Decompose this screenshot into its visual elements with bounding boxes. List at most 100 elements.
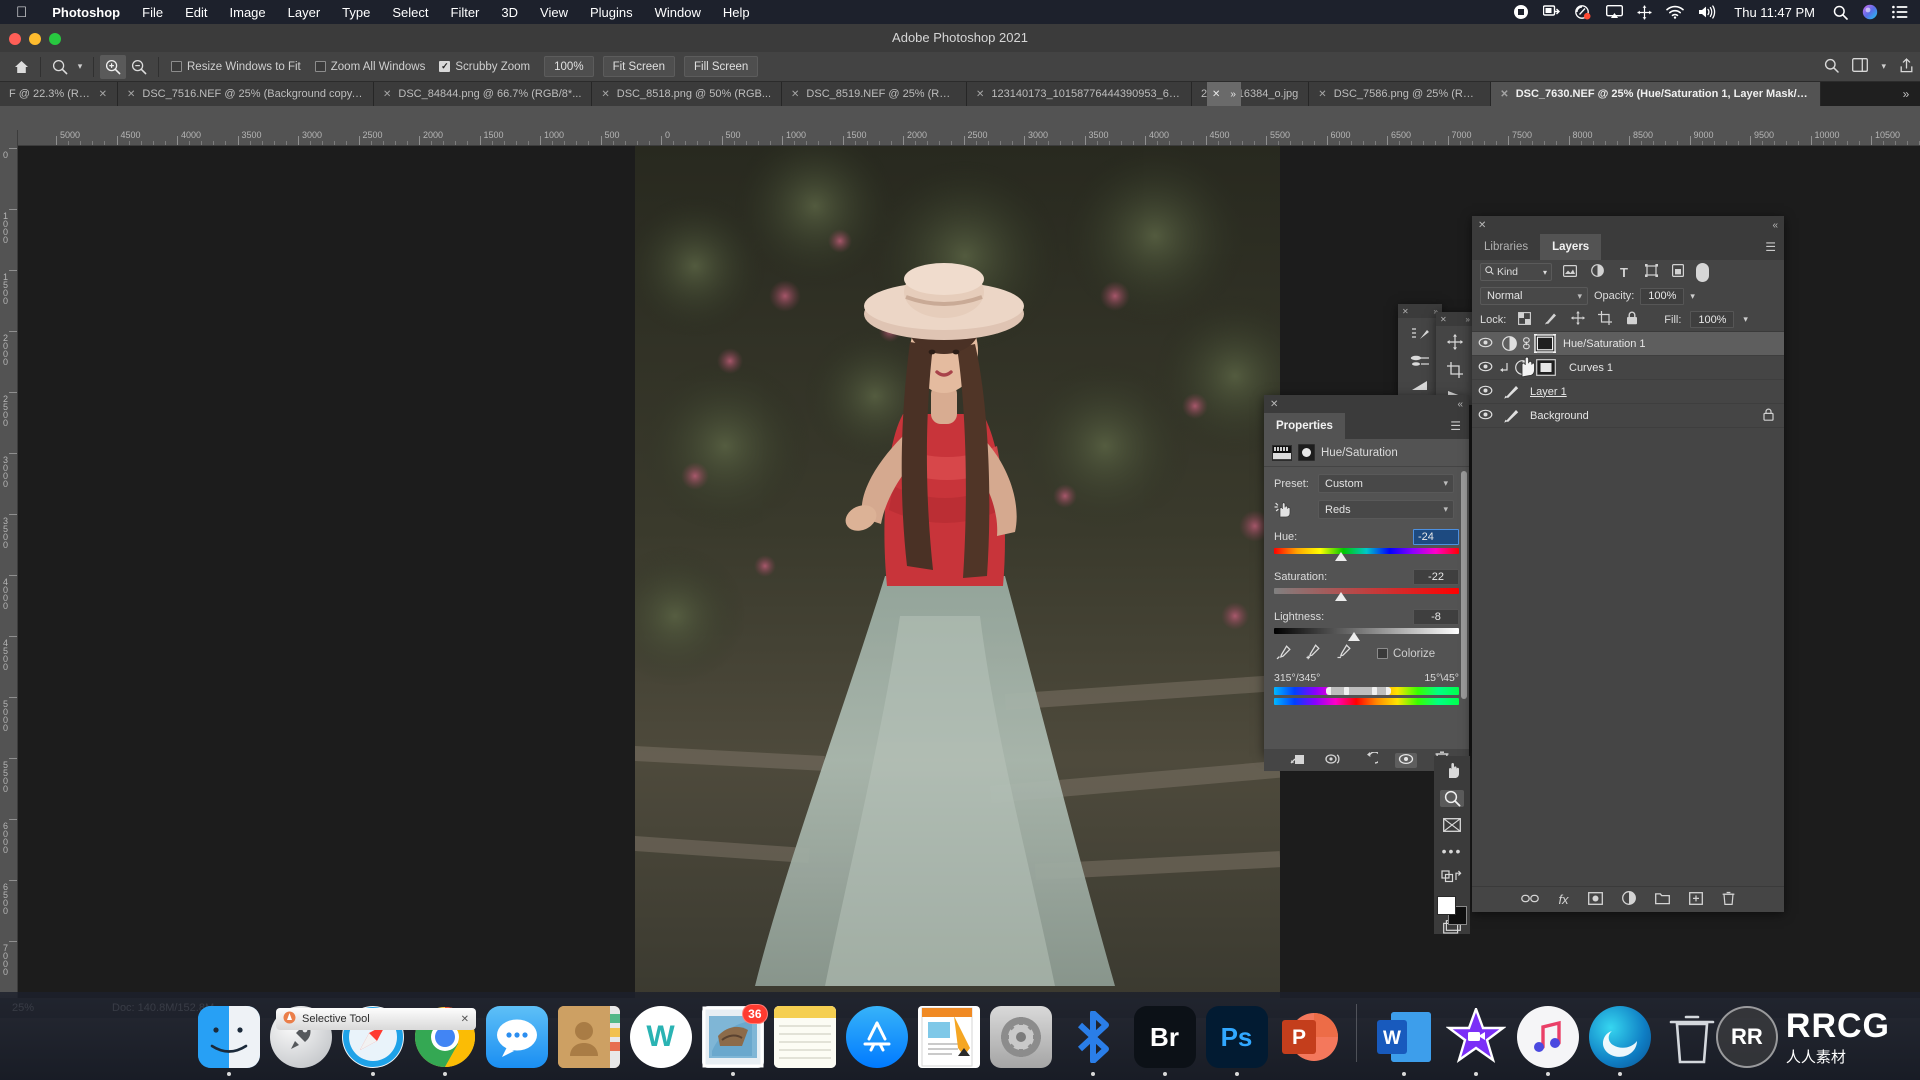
zoom-all-windows-checkbox[interactable]: Zoom All Windows	[314, 61, 425, 73]
search-icon[interactable]	[1824, 58, 1840, 76]
panel-menu-icon[interactable]: ☰	[1450, 413, 1469, 439]
chevrons-right-icon[interactable]: »	[1230, 89, 1236, 100]
hue-slider[interactable]	[1274, 548, 1459, 561]
sound-meter-icon[interactable]	[1574, 4, 1592, 20]
dock-item-messages[interactable]	[485, 1006, 548, 1076]
colorize-checkbox[interactable]: Colorize	[1377, 648, 1435, 660]
document-tab[interactable]: ✕ DSC_8519.NEF @ 25% (RGB/...	[782, 82, 968, 106]
adjustment-filter-icon[interactable]	[1588, 264, 1606, 280]
collapse-icon[interactable]: «	[1457, 399, 1463, 410]
foreground-color-swatch[interactable]	[1437, 896, 1456, 915]
lock-position-icon[interactable]	[1569, 311, 1587, 328]
tab-layers[interactable]: Layers	[1540, 234, 1602, 260]
blend-mode-select[interactable]: Normal ▾	[1480, 287, 1588, 305]
chevron-down-icon[interactable]: ▾	[1881, 61, 1886, 72]
menu-item-window[interactable]: Window	[644, 5, 712, 20]
smart-object-filter-icon[interactable]	[1669, 264, 1687, 280]
zoom-in-icon[interactable]	[100, 54, 126, 79]
dock-item-finder[interactable]	[197, 1006, 260, 1076]
range-stop-outer-right[interactable]	[1386, 687, 1391, 695]
notes-icon[interactable]	[773, 1006, 836, 1068]
lock-all-icon[interactable]	[1763, 408, 1784, 424]
expand-icon[interactable]	[1637, 5, 1652, 20]
vertical-ruler[interactable]: 0 1 0 0 0 1 5 0 0 2 0 0 0 2 5 0 0 3 0 0 0 3 5 …	[0, 130, 18, 998]
itunes-icon[interactable]	[1516, 1006, 1579, 1068]
edge-icon[interactable]	[1588, 1006, 1651, 1068]
layer-mask-thumbnail-icon[interactable]	[1533, 358, 1559, 378]
layer-name[interactable]: Background	[1524, 410, 1589, 422]
table-row[interactable]: Layer 1	[1472, 380, 1784, 404]
document-tab[interactable]: ✕ DSC_8518.png @ 50% (RGB...	[592, 82, 783, 106]
checkbox-box[interactable]	[171, 61, 182, 72]
toggle-view-icon[interactable]	[1323, 753, 1345, 768]
lock-transparency-icon[interactable]	[1515, 311, 1533, 328]
close-icon[interactable]: ✕	[1402, 307, 1409, 316]
close-icon[interactable]: ✕	[976, 89, 984, 100]
horizontal-ruler[interactable]: 5000 4500 4000 3500 3000 2500 2000 1500 1000 500 0…	[18, 130, 1920, 146]
brush-thumbnail-icon[interactable]	[1498, 382, 1524, 402]
tool-preset-chevron-icon[interactable]: ▾	[73, 55, 87, 79]
crop-tool-icon[interactable]	[1447, 362, 1463, 381]
layer-filter-kind-select[interactable]: Kind ▾	[1480, 263, 1552, 281]
new-layer-icon[interactable]	[1688, 891, 1703, 908]
dock-item-system-preferences[interactable]	[989, 1006, 1052, 1076]
clip-to-layer-icon[interactable]	[1287, 752, 1309, 769]
menubar-clock[interactable]: Thu 11:47 PM	[1730, 5, 1819, 20]
wps-icon[interactable]: W	[629, 1006, 692, 1068]
checkbox-box[interactable]	[1377, 648, 1388, 659]
fill-screen-button[interactable]: Fill Screen	[683, 56, 759, 77]
reset-icon[interactable]	[1359, 750, 1381, 769]
workspace-icon[interactable]	[1852, 58, 1869, 75]
scrubby-zoom-checkbox[interactable]: Scrubby Zoom	[439, 61, 530, 73]
imovie-icon[interactable]	[1445, 1006, 1507, 1068]
pixel-filter-icon[interactable]	[1561, 264, 1579, 280]
range-stop-inner-right[interactable]	[1372, 687, 1377, 695]
tab-properties[interactable]: Properties	[1264, 413, 1345, 439]
layer-visibility-icon[interactable]	[1472, 337, 1498, 351]
dock-item-pages[interactable]	[917, 1006, 980, 1076]
shape-filter-icon[interactable]	[1642, 264, 1660, 280]
bluetooth-icon[interactable]	[1062, 1006, 1124, 1068]
saturation-value-input[interactable]: -22	[1413, 569, 1459, 585]
screen-share-icon[interactable]	[1543, 5, 1561, 19]
zoom-tool-icon[interactable]	[1440, 790, 1464, 807]
zoom-100-button[interactable]: 100%	[544, 56, 594, 77]
menu-item-plugins[interactable]: Plugins	[579, 5, 644, 20]
close-icon[interactable]: ✕	[1500, 89, 1508, 100]
document-tab[interactable]: F @ 22.3% (RGB/... ✕	[0, 82, 118, 106]
siri-icon[interactable]	[1862, 4, 1878, 20]
layer-mask-thumbnail-icon[interactable]	[1298, 444, 1315, 461]
dock-item-powerpoint[interactable]: P	[1278, 1006, 1340, 1076]
home-icon[interactable]	[8, 55, 34, 79]
fill-chevron-down-icon[interactable]: ▾	[1743, 314, 1748, 325]
airplay-icon[interactable]	[1606, 5, 1624, 19]
menu-item-select[interactable]: Select	[381, 5, 439, 20]
brush-preset-icon[interactable]	[1410, 354, 1430, 371]
eyedropper-icon[interactable]	[1276, 644, 1291, 663]
menu-item-type[interactable]: Type	[331, 5, 381, 20]
document-tab[interactable]: ✕ DSC_7516.NEF @ 25% (Background copy, R…	[118, 82, 374, 106]
properties-scrollbar[interactable]	[1461, 471, 1467, 699]
share-icon[interactable]	[1899, 57, 1914, 76]
tools-mini-panel[interactable]: ✕ »	[1436, 312, 1474, 405]
fit-screen-button[interactable]: Fit Screen	[602, 56, 675, 77]
close-icon[interactable]: ✕	[601, 89, 609, 100]
hue-value-input[interactable]: -24	[1413, 529, 1459, 545]
control-center-icon[interactable]	[1892, 5, 1908, 19]
swap-colors-icon[interactable]	[1440, 870, 1464, 883]
close-icon[interactable]: ✕	[791, 89, 799, 100]
more-tools-icon[interactable]: •••	[1440, 843, 1464, 859]
fill-value-input[interactable]: 100%	[1690, 311, 1735, 328]
close-icon[interactable]: ✕	[1440, 315, 1447, 324]
menu-item-photoshop[interactable]: Photoshop	[41, 5, 131, 20]
layer-name[interactable]: Curves 1	[1559, 362, 1613, 374]
contacts-icon[interactable]	[557, 1006, 620, 1068]
floating-tab-controls[interactable]: ✕ »	[1207, 82, 1241, 106]
dock-item-word[interactable]: W	[1373, 1006, 1435, 1076]
document-tab-active[interactable]: ✕ DSC_7630.NEF @ 25% (Hue/Saturation 1, …	[1491, 82, 1822, 106]
hand-tool-icon[interactable]	[1440, 762, 1464, 779]
document-tab[interactable]: ✕ DSC_84844.png @ 66.7% (RGB/8*...	[374, 82, 593, 106]
dock-item-mail[interactable]: 36	[701, 1004, 768, 1076]
menu-item-file[interactable]: File	[131, 5, 174, 20]
move-tool-icon[interactable]	[1447, 334, 1463, 353]
